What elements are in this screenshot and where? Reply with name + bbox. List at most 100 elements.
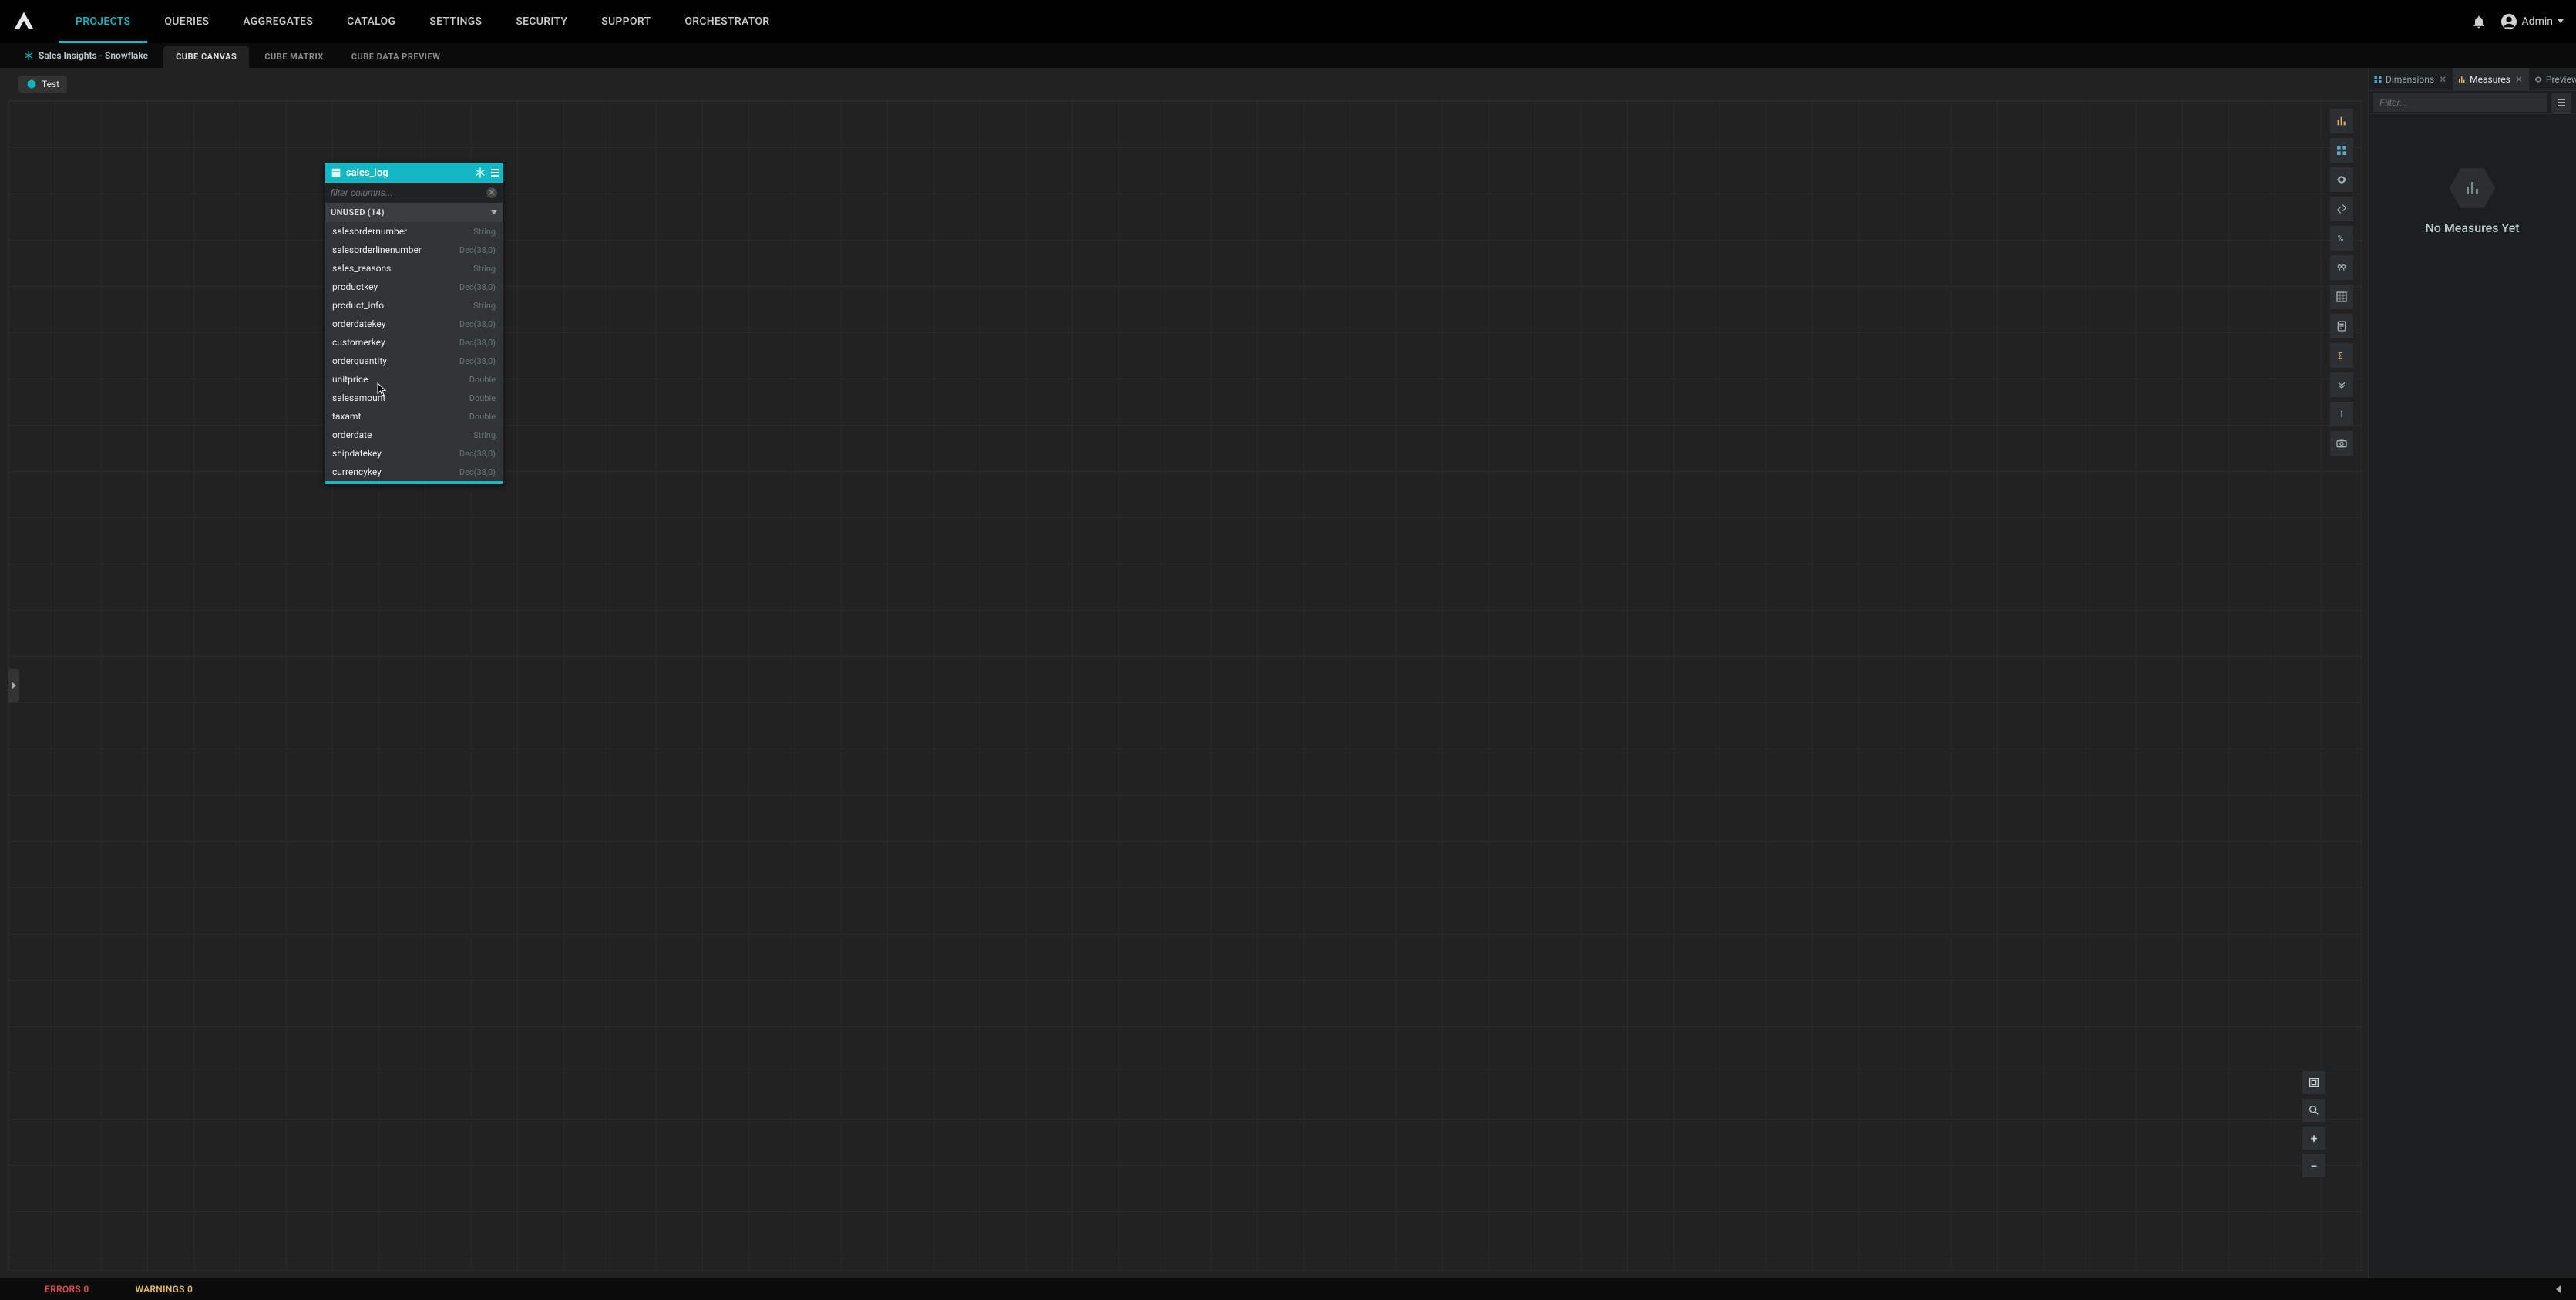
- caret-down-icon: [2558, 19, 2564, 23]
- column-type: String: [473, 301, 496, 311]
- column-row[interactable]: product_info String: [325, 296, 503, 315]
- search-canvas[interactable]: [2302, 1099, 2325, 1122]
- main-area: Test sales_log ✕: [0, 68, 2576, 1278]
- column-row[interactable]: salesordernumberString: [325, 222, 503, 241]
- column-type: Dec(38,0): [459, 319, 496, 329]
- empty-state-text: No Measures Yet: [2425, 221, 2519, 235]
- right-panel-empty-state: No Measures Yet: [2369, 114, 2576, 1278]
- rp-tab-measures[interactable]: Measures✕: [2453, 68, 2529, 91]
- rp-tab-preview[interactable]: Preview✕: [2529, 68, 2576, 91]
- table-card-filter: ✕: [325, 183, 503, 203]
- preview-icon: [2534, 75, 2543, 84]
- column-filter-input[interactable]: [331, 187, 486, 198]
- zoom-out[interactable]: −: [2302, 1154, 2325, 1177]
- fit-to-screen[interactable]: [2302, 1071, 2325, 1094]
- column-row[interactable]: customerkeyDec(38,0): [325, 333, 503, 352]
- nav-orchestrator[interactable]: ORCHESTRATOR: [668, 0, 786, 43]
- right-panel-menu[interactable]: [2551, 93, 2571, 113]
- tool-snapshot[interactable]: [2330, 431, 2353, 456]
- tool-grid[interactable]: [2330, 285, 2353, 309]
- tool-sigma[interactable]: Σ: [2330, 343, 2353, 368]
- column-row[interactable]: salesorderlinenumber Dec(38,0): [325, 241, 503, 259]
- nav-support[interactable]: SUPPORT: [584, 0, 668, 43]
- tool-dimensions[interactable]: [2330, 138, 2353, 163]
- column-name: salesordernumber: [332, 226, 407, 237]
- measures-filter-input[interactable]: [2373, 93, 2547, 112]
- column-row[interactable]: unitpriceDouble: [325, 370, 503, 389]
- right-panel-tabs: Dimensions✕Measures✕Preview✕: [2369, 68, 2576, 91]
- column-row[interactable]: orderdatekey Dec(38,0): [325, 315, 503, 333]
- tool-find[interactable]: [2330, 255, 2353, 280]
- table-card-sales-log[interactable]: sales_log ✕ UNUSED (14) salesordernumber…: [325, 163, 503, 484]
- table-card-title: sales_log: [346, 167, 388, 179]
- snowflake-icon: [23, 50, 34, 61]
- column-type: Double: [469, 412, 496, 422]
- tool-measures[interactable]: [2330, 109, 2353, 133]
- tool-info[interactable]: [2330, 402, 2353, 426]
- tool-percent[interactable]: %: [2330, 226, 2353, 251]
- zoom-in[interactable]: +: [2302, 1127, 2325, 1150]
- column-row[interactable]: orderdateString: [325, 426, 503, 444]
- column-type: Dec(38,0): [459, 356, 496, 366]
- errors-count[interactable]: ERRORS 0: [45, 1284, 89, 1295]
- warnings-count[interactable]: WARNINGS 0: [135, 1284, 193, 1295]
- tool-collapse[interactable]: [2330, 372, 2353, 397]
- nav-links: PROJECTSQUERIESAGGREGATESCATALOGSETTINGS…: [59, 0, 786, 43]
- column-name: customerkey: [332, 337, 385, 348]
- column-group-unused[interactable]: UNUSED (14): [325, 203, 503, 222]
- tool-docs[interactable]: [2330, 314, 2353, 338]
- close-icon[interactable]: ✕: [2437, 74, 2448, 85]
- breadcrumb-bar: Sales Insights - Snowflake CUBE CANVASCU…: [0, 43, 2576, 68]
- rp-tab-dimensions[interactable]: Dimensions✕: [2369, 68, 2453, 91]
- column-name: productkey: [332, 281, 378, 292]
- column-name: currencykey: [332, 466, 382, 477]
- column-type: Dec(38,0): [459, 245, 496, 255]
- column-row[interactable]: shipdatekeyDec(38,0): [325, 444, 503, 463]
- column-name: product_info: [332, 300, 384, 311]
- svg-text:Σ: Σ: [2338, 351, 2342, 361]
- status-collapse-icon[interactable]: [2556, 1285, 2561, 1293]
- nav-queries[interactable]: QUERIES: [147, 0, 226, 43]
- breadcrumb[interactable]: Sales Insights - Snowflake: [23, 43, 148, 68]
- notifications-bell-icon[interactable]: [2471, 14, 2487, 29]
- tab-cube-canvas[interactable]: CUBE CANVAS: [163, 46, 249, 68]
- user-name-label: Admin: [2522, 15, 2553, 28]
- column-row[interactable]: sales_reasonsString: [325, 259, 503, 278]
- column-row[interactable]: orderquantity Dec(38,0): [325, 352, 503, 370]
- column-row[interactable]: productkeyDec(38,0): [325, 278, 503, 296]
- nav-projects[interactable]: PROJECTS: [59, 0, 147, 43]
- logo-icon: [12, 10, 35, 33]
- tool-join[interactable]: [2330, 197, 2353, 221]
- clear-filter-icon[interactable]: ✕: [486, 187, 497, 198]
- left-drawer-toggle[interactable]: [8, 669, 19, 702]
- nav-aggregates[interactable]: AGGREGATES: [226, 0, 330, 43]
- chevron-down-icon: [491, 210, 497, 214]
- right-panel-filter: [2369, 91, 2576, 114]
- tab-cube-data-preview[interactable]: CUBE DATA PREVIEW: [339, 46, 453, 68]
- column-name: taxamt: [332, 411, 361, 422]
- nav-settings[interactable]: SETTINGS: [412, 0, 499, 43]
- column-name: salesamount: [332, 392, 385, 403]
- table-icon: [331, 167, 341, 178]
- column-row[interactable]: salesamountDouble: [325, 389, 503, 407]
- cube-chip-test[interactable]: Test: [18, 76, 67, 93]
- table-card-header[interactable]: sales_log: [325, 163, 503, 183]
- column-row[interactable]: currencykeyDec(38,0): [325, 463, 503, 481]
- user-menu[interactable]: Admin: [2500, 13, 2564, 30]
- column-row[interactable]: taxamt Double: [325, 407, 503, 426]
- column-name: salesorderlinenumber: [332, 244, 422, 255]
- canvas[interactable]: sales_log ✕ UNUSED (14) salesordernumber…: [8, 100, 2362, 1271]
- cube-icon: [26, 79, 37, 89]
- dimensions-icon: [2373, 75, 2383, 84]
- column-type: Dec(38,0): [459, 449, 496, 459]
- nav-catalog[interactable]: CATALOG: [330, 0, 412, 43]
- close-icon[interactable]: ✕: [2514, 74, 2524, 85]
- tab-cube-matrix[interactable]: CUBE MATRIX: [252, 46, 336, 68]
- column-name: orderdatekey: [332, 318, 385, 329]
- table-card-menu-icon[interactable]: [491, 169, 499, 177]
- tool-preview[interactable]: [2330, 167, 2353, 192]
- breadcrumb-label: Sales Insights - Snowflake: [39, 50, 148, 61]
- app-logo[interactable]: [12, 10, 35, 33]
- column-name: orderquantity: [332, 355, 387, 366]
- nav-security[interactable]: SECURITY: [499, 0, 584, 43]
